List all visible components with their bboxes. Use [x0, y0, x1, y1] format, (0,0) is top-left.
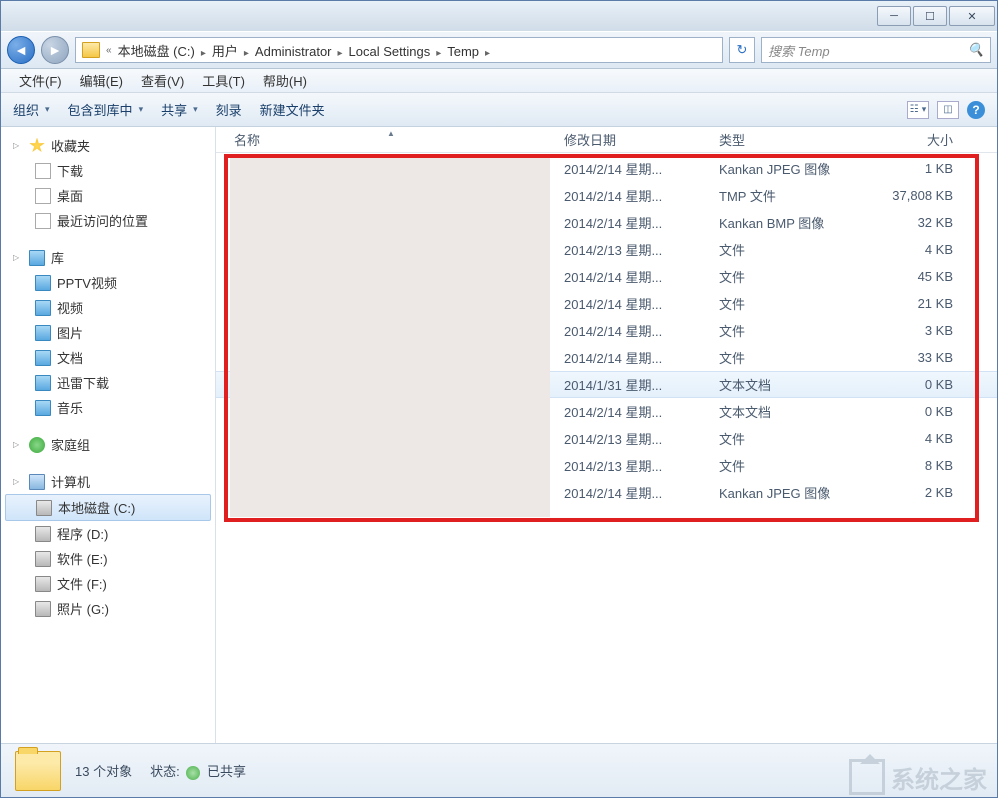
- chevron-right-icon[interactable]: ▸: [483, 48, 492, 59]
- breadcrumb-segment[interactable]: 本地磁盘 (C:): [114, 44, 199, 59]
- sidebar-computer[interactable]: 计算机: [1, 469, 215, 494]
- lib-icon: [35, 350, 51, 366]
- minimize-button[interactable]: ─: [877, 6, 911, 26]
- help-icon[interactable]: ?: [967, 101, 985, 119]
- maximize-button[interactable]: ☐: [913, 6, 947, 26]
- state-value: 已共享: [207, 764, 246, 779]
- sidebar-item[interactable]: 下载: [1, 158, 215, 183]
- titlebar[interactable]: ─ ☐ ✕: [1, 1, 997, 31]
- navigation-pane: 收藏夹 下载桌面最近访问的位置 库 PPTV视频视频图片文档迅雷下载音乐 家庭组…: [1, 127, 216, 743]
- chevron-right-icon[interactable]: ▸: [242, 48, 251, 59]
- close-button[interactable]: ✕: [949, 6, 995, 26]
- breadcrumb-segment[interactable]: Temp: [443, 44, 483, 59]
- sidebar-item[interactable]: 图片: [1, 320, 215, 345]
- lib-icon: [35, 325, 51, 341]
- item-count: 13 个对象: [75, 764, 132, 779]
- homegroup-icon: [29, 437, 45, 453]
- star-icon: [29, 138, 45, 154]
- column-name[interactable]: 名称: [226, 130, 556, 149]
- watermark: 系统之家: [849, 759, 987, 795]
- menubar: 文件(F)编辑(E)查看(V)工具(T)帮助(H): [1, 69, 997, 93]
- sidebar-item[interactable]: PPTV视频: [1, 270, 215, 295]
- shared-icon: [186, 766, 200, 780]
- share-menu[interactable]: 共享: [161, 100, 198, 119]
- column-date[interactable]: 修改日期: [556, 130, 711, 149]
- library-icon: [29, 250, 45, 266]
- sidebar-favorites[interactable]: 收藏夹: [1, 133, 215, 158]
- nav-toolbar: ◄ ► « 本地磁盘 (C:)▸用户▸Administrator▸Local S…: [1, 31, 997, 69]
- sidebar-item[interactable]: 视频: [1, 295, 215, 320]
- page-icon: [35, 188, 51, 204]
- preview-pane-button[interactable]: ◫: [937, 101, 959, 119]
- breadcrumb-segment[interactable]: Administrator: [251, 44, 336, 59]
- column-size[interactable]: 大小: [861, 130, 961, 149]
- chevron-right-icon[interactable]: «: [104, 45, 114, 56]
- drive-icon: [36, 500, 52, 516]
- sidebar-homegroup[interactable]: 家庭组: [1, 432, 215, 457]
- address-bar[interactable]: « 本地磁盘 (C:)▸用户▸Administrator▸Local Setti…: [75, 37, 723, 63]
- sidebar-libraries[interactable]: 库: [1, 245, 215, 270]
- sidebar-item[interactable]: 音乐: [1, 395, 215, 420]
- lib-icon: [35, 400, 51, 416]
- lib-icon: [35, 275, 51, 291]
- view-mode-button[interactable]: ☷: [907, 101, 929, 119]
- breadcrumb-segment[interactable]: 用户: [208, 44, 242, 59]
- search-placeholder: 搜索 Temp: [768, 41, 830, 60]
- folder-icon: [15, 751, 61, 791]
- folder-icon: [82, 42, 100, 58]
- sidebar-item[interactable]: 文件 (F:): [1, 571, 215, 596]
- menu-item[interactable]: 帮助(H): [255, 69, 315, 92]
- drive-icon: [35, 526, 51, 542]
- drive-icon: [35, 601, 51, 617]
- toolbar: 组织 包含到库中 共享 刻录 新建文件夹 ☷ ◫ ?: [1, 93, 997, 127]
- page-icon: [35, 213, 51, 229]
- chevron-right-icon[interactable]: ▸: [199, 48, 208, 59]
- drive-icon: [35, 551, 51, 567]
- menu-item[interactable]: 文件(F): [11, 69, 70, 92]
- organize-menu[interactable]: 组织: [13, 100, 50, 119]
- chevron-right-icon[interactable]: ▸: [336, 48, 345, 59]
- sidebar-item[interactable]: 最近访问的位置: [1, 208, 215, 233]
- sidebar-item[interactable]: 本地磁盘 (C:): [5, 494, 211, 521]
- burn-button[interactable]: 刻录: [216, 100, 242, 119]
- new-folder-button[interactable]: 新建文件夹: [260, 100, 325, 119]
- explorer-window: ─ ☐ ✕ ◄ ► « 本地磁盘 (C:)▸用户▸Administrator▸L…: [0, 0, 998, 798]
- refresh-button[interactable]: ↻: [729, 37, 755, 63]
- menu-item[interactable]: 编辑(E): [72, 69, 131, 92]
- lib-icon: [35, 300, 51, 316]
- status-bar: 13 个对象 状态: 已共享: [1, 743, 997, 797]
- sidebar-item[interactable]: 桌面: [1, 183, 215, 208]
- breadcrumb-segment[interactable]: Local Settings: [345, 44, 435, 59]
- menu-item[interactable]: 工具(T): [194, 69, 253, 92]
- sidebar-item[interactable]: 程序 (D:): [1, 521, 215, 546]
- sidebar-item[interactable]: 文档: [1, 345, 215, 370]
- sidebar-item[interactable]: 软件 (E:): [1, 546, 215, 571]
- back-button[interactable]: ◄: [7, 36, 35, 64]
- sidebar-item[interactable]: 照片 (G:): [1, 596, 215, 621]
- lib-icon: [35, 375, 51, 391]
- include-library-menu[interactable]: 包含到库中: [68, 100, 144, 119]
- menu-item[interactable]: 查看(V): [133, 69, 192, 92]
- search-icon: 🔍: [968, 42, 984, 58]
- page-icon: [35, 163, 51, 179]
- file-list-pane: 名称 修改日期 类型 大小 2014/2/14 星期...Kankan JPEG…: [216, 127, 997, 743]
- computer-icon: [29, 474, 45, 490]
- name-column-selection: [230, 157, 550, 517]
- state-label: 状态:: [150, 764, 180, 779]
- drive-icon: [35, 576, 51, 592]
- column-headers: 名称 修改日期 类型 大小: [216, 127, 997, 153]
- forward-button[interactable]: ►: [41, 36, 69, 64]
- search-input[interactable]: 搜索 Temp 🔍: [761, 37, 991, 63]
- chevron-right-icon[interactable]: ▸: [434, 48, 443, 59]
- sidebar-item[interactable]: 迅雷下载: [1, 370, 215, 395]
- column-type[interactable]: 类型: [711, 130, 861, 149]
